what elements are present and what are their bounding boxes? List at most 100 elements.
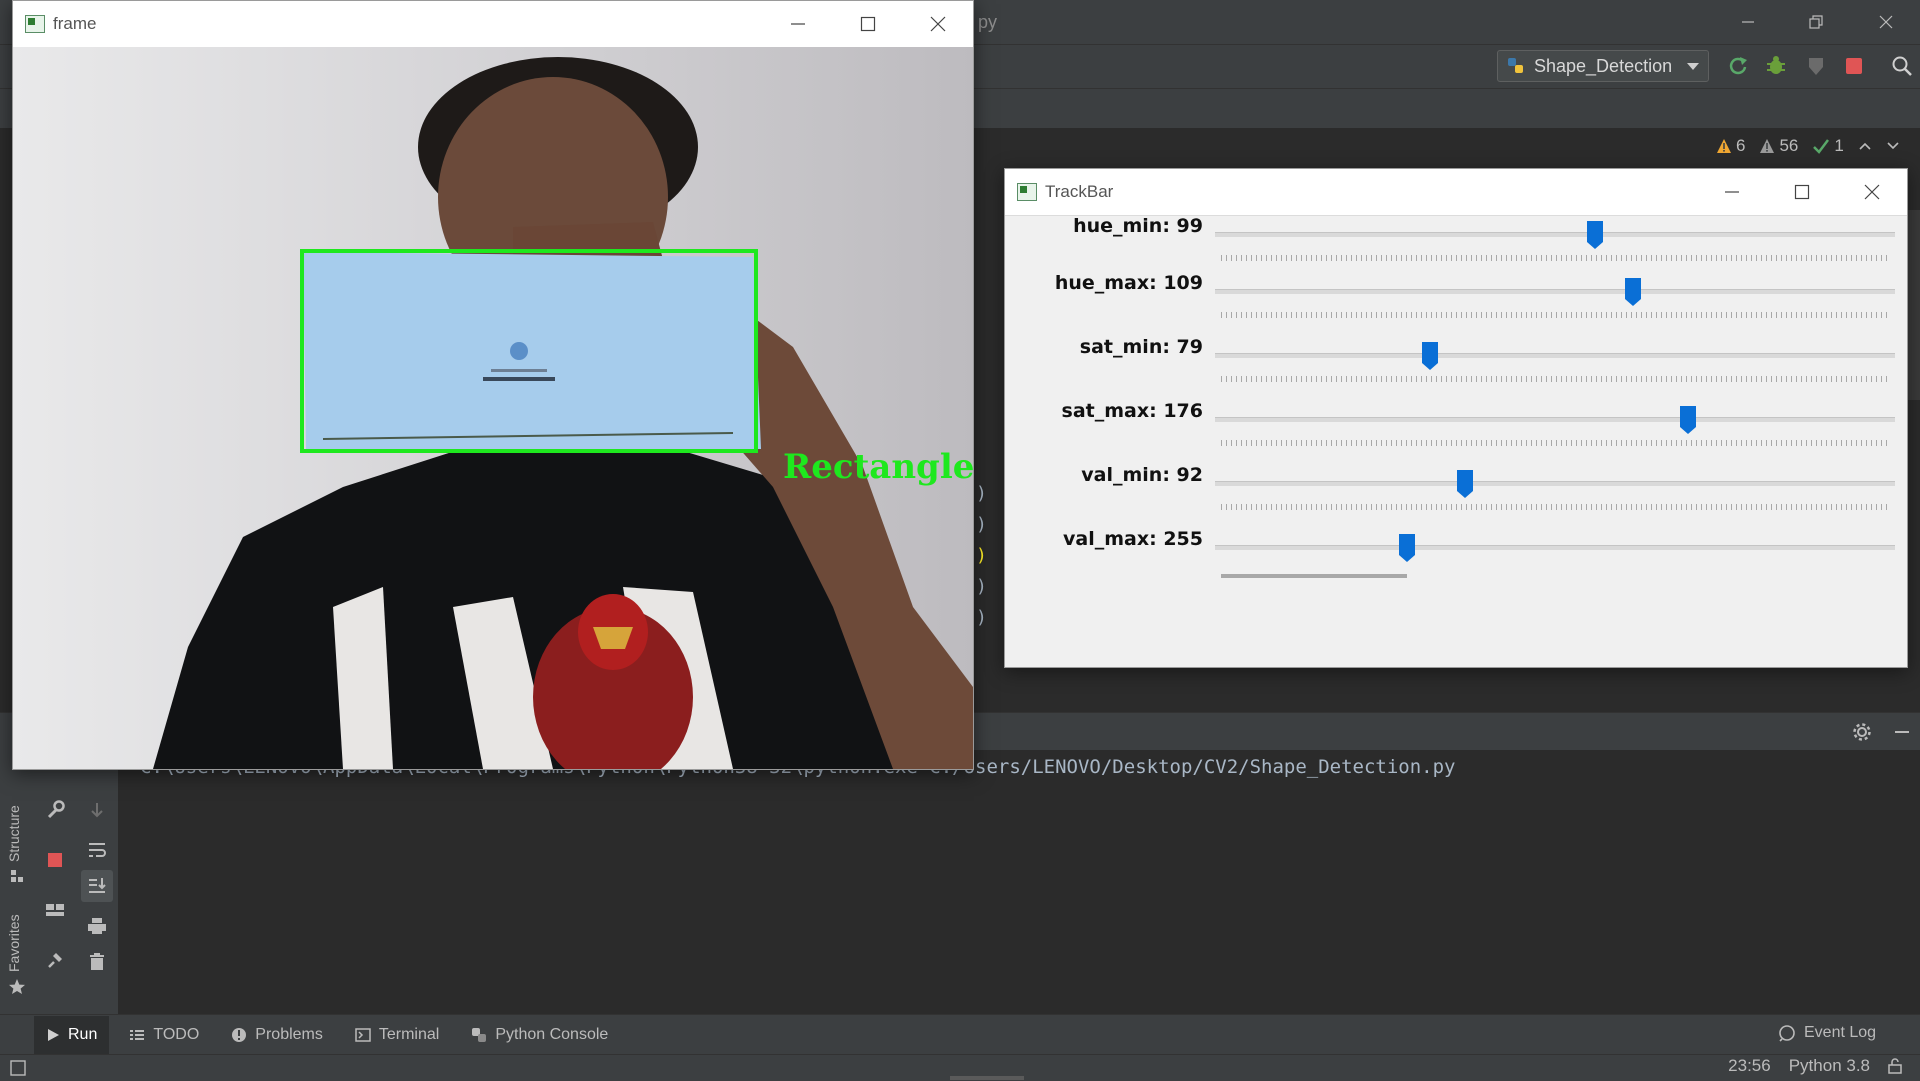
frame-close-button[interactable] [903, 1, 973, 47]
layout-icon[interactable] [39, 894, 71, 926]
slider-track[interactable] [1215, 481, 1895, 486]
slider-ticks [1221, 312, 1891, 318]
trackbar-close-button[interactable] [1837, 169, 1907, 215]
trackbar-minimize-button[interactable] [1697, 169, 1767, 215]
frame-maximize-button[interactable] [833, 1, 903, 47]
wrench-icon[interactable] [39, 794, 71, 826]
horizontal-scrollbar[interactable] [950, 1076, 1024, 1080]
caret-position[interactable]: 23:56 [1728, 1056, 1771, 1076]
slider-thumb[interactable] [1422, 342, 1439, 370]
trackbar-label: hue_max: 109 [1054, 272, 1203, 294]
tab-problems[interactable]: Problems [219, 1016, 335, 1054]
python-interpreter[interactable]: Python 3.8 [1789, 1056, 1870, 1076]
structure-tab[interactable]: Structure [6, 805, 22, 862]
frame-window-title: frame [53, 14, 97, 33]
trash-icon[interactable] [81, 946, 113, 978]
frame-minimize-button[interactable] [763, 1, 833, 47]
hide-panel-icon[interactable] [1886, 716, 1918, 748]
slider-track[interactable] [1215, 545, 1895, 550]
rerun-icon[interactable] [1722, 50, 1754, 82]
soft-wrap-icon[interactable] [81, 834, 113, 866]
check-icon [1813, 139, 1830, 154]
ide-minimize-button[interactable] [1720, 0, 1776, 44]
trackbar-sat-max: sat_max: 176 [1005, 400, 1907, 464]
code-mark: ) [976, 545, 987, 566]
frame-window[interactable]: frame Rectangle [12, 0, 974, 770]
structure-icon [11, 870, 23, 882]
trackbar-title-bar[interactable]: TrackBar [1005, 169, 1907, 216]
warnings-count[interactable]: 6 [1716, 136, 1745, 156]
trackbar-label: val_max: 255 [1063, 528, 1203, 550]
slider-ticks [1221, 504, 1891, 510]
trackbar-window-title: TrackBar [1045, 182, 1114, 201]
trackbar-maximize-button[interactable] [1767, 169, 1837, 215]
search-icon[interactable] [1886, 50, 1918, 82]
chevron-up-icon[interactable] [1858, 141, 1872, 151]
typos-count[interactable]: 1 [1812, 136, 1844, 156]
stop-icon[interactable] [1838, 50, 1870, 82]
tab-python-console[interactable]: Python Console [459, 1016, 620, 1054]
tool-window-toggle-icon[interactable] [10, 1060, 26, 1076]
tab-terminal[interactable]: Terminal [343, 1016, 451, 1054]
slider-thumb[interactable] [1679, 406, 1696, 434]
editor-error-stripe [1908, 210, 1920, 400]
chevron-down-icon[interactable] [1886, 141, 1900, 151]
bottom-tool-tabs: Run TODO Problems Terminal Python Consol… [0, 1014, 1920, 1054]
code-mark: ) [976, 607, 987, 628]
down-arrow-icon[interactable] [81, 794, 113, 826]
event-log-button[interactable]: Event Log [1778, 1024, 1876, 1042]
slider-track[interactable] [1215, 289, 1895, 294]
favorites-tab[interactable]: Favorites [6, 914, 22, 972]
slider-ticks [1221, 255, 1891, 261]
debug-icon[interactable] [1760, 50, 1792, 82]
trackbar-list: hue_min: 99 hue_max: 109 sat_min: 79 sat_ma… [1005, 215, 1907, 667]
slider-track[interactable] [1215, 353, 1895, 358]
inspection-widget[interactable]: 6 56 1 [1716, 136, 1900, 156]
trackbar-label: sat_min: 79 [1079, 336, 1203, 358]
scroll-to-end-icon[interactable] [81, 870, 113, 902]
ide-close-button[interactable] [1858, 0, 1914, 44]
editor-file-name: py [978, 12, 998, 32]
slider-thumb[interactable] [1456, 470, 1473, 498]
tab-todo[interactable]: TODO [117, 1016, 211, 1054]
frame-title-bar[interactable]: frame [13, 1, 973, 47]
pin-icon[interactable] [39, 944, 71, 976]
warning-icon [1717, 139, 1731, 153]
code-mark: ) [976, 483, 987, 504]
info-icon [232, 1027, 247, 1042]
run-toolbar-secondary [76, 750, 119, 1014]
code-mark: ) [976, 514, 987, 535]
opencv-window-icon [1017, 183, 1037, 201]
run-toolbar-primary [34, 750, 76, 1014]
run-configuration-selector[interactable]: Shape_Detection [1497, 50, 1709, 82]
ide-restore-button[interactable] [1788, 0, 1844, 44]
camera-frame: Rectangle [13, 47, 973, 769]
tab-run[interactable]: Run [34, 1015, 110, 1054]
webcam-image: Rectangle [13, 47, 973, 769]
slider-track[interactable] [1215, 417, 1895, 422]
lock-icon[interactable] [1888, 1058, 1902, 1074]
trackbar-label: val_min: 92 [1081, 464, 1203, 486]
run-console[interactable] [118, 750, 1920, 1014]
trackbar-label: sat_max: 176 [1061, 400, 1203, 422]
slider-ticks [1221, 376, 1891, 382]
trackbar-sat-min: sat_min: 79 [1005, 336, 1907, 400]
detected-shape-label: Rectangle [783, 447, 973, 487]
python-icon [1508, 58, 1523, 73]
terminal-icon [355, 1027, 371, 1042]
code-fragment: ) ) ) ) ) [976, 478, 987, 633]
weak-warnings-count[interactable]: 56 [1759, 136, 1798, 156]
list-icon [130, 1029, 145, 1040]
gear-icon[interactable] [1846, 716, 1878, 748]
slider-track[interactable] [1215, 232, 1895, 237]
trackbar-window[interactable]: TrackBar hue_min: 99 hue_max: 109 sat_min:… [1004, 168, 1908, 668]
slider-thumb[interactable] [1586, 221, 1603, 249]
print-icon[interactable] [81, 910, 113, 942]
chevron-down-icon [1687, 63, 1699, 70]
code-mark: ) [976, 576, 987, 597]
slider-thumb[interactable] [1399, 534, 1415, 562]
slider-thumb[interactable] [1624, 278, 1641, 306]
star-icon [9, 979, 25, 994]
coverage-icon[interactable] [1800, 50, 1832, 82]
stop-icon[interactable] [39, 844, 71, 876]
